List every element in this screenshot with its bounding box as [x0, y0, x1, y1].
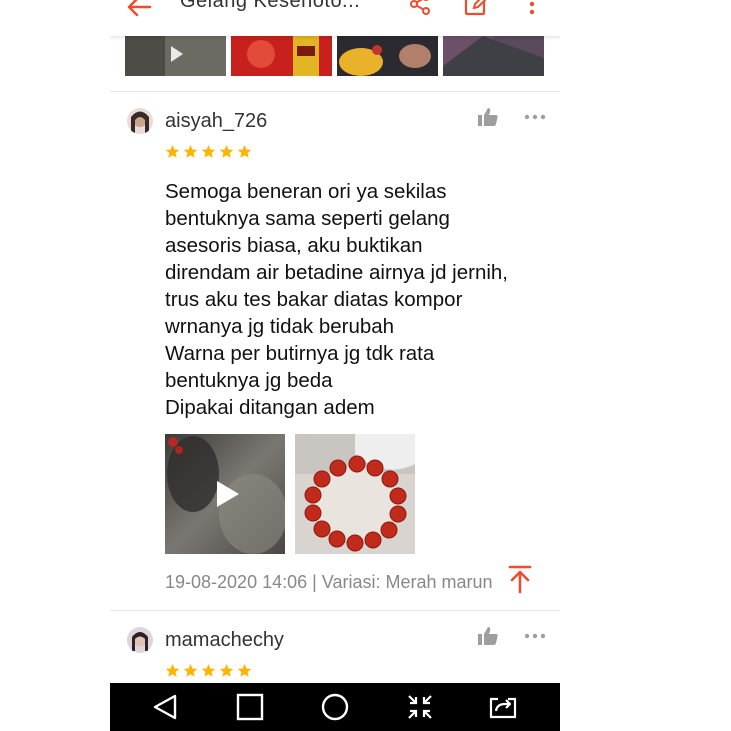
reviewer-username[interactable]: mamachechy [165, 629, 284, 652]
more-horizontal-icon[interactable] [523, 113, 547, 121]
star-icon [201, 663, 216, 677]
star-rating [165, 144, 252, 160]
more-horizontal-icon[interactable] [523, 632, 547, 640]
thumbs-up-icon[interactable] [477, 626, 499, 646]
star-icon [201, 144, 216, 158]
star-icon [237, 144, 252, 158]
edit-icon[interactable] [462, 0, 490, 18]
review-meta: 19-08-2020 14:06 | Variasi: Merah marun [165, 572, 493, 592]
avatar[interactable] [127, 627, 153, 653]
page-title: Gelang Kesehoto... [180, 0, 361, 12]
app-screen: Gelang Kesehoto... aisyah_726 Semoga ben… [110, 0, 560, 731]
review-photo[interactable] [337, 36, 438, 76]
arrow-up-to-top-icon[interactable] [503, 562, 537, 596]
star-icon [183, 144, 198, 158]
review-photo[interactable] [231, 36, 332, 76]
screen-switch-icon[interactable] [488, 693, 518, 721]
share-icon[interactable] [406, 0, 434, 18]
star-icon [219, 144, 234, 158]
app-bar: Gelang Kesehoto... [110, 0, 560, 36]
shrink-icon[interactable] [405, 693, 435, 721]
star-rating [165, 663, 252, 679]
divider [110, 610, 560, 611]
star-icon [165, 663, 180, 677]
star-icon [237, 663, 252, 677]
reviewer-username[interactable]: aisyah_726 [165, 110, 267, 133]
star-icon [219, 663, 234, 677]
arrow-left-icon[interactable] [124, 0, 154, 22]
more-vertical-icon[interactable] [518, 0, 546, 18]
review-text: Semoga beneran ori ya sekilas bentuknya … [165, 180, 509, 419]
review-video-thumbnail[interactable] [165, 434, 285, 554]
home-square-icon[interactable] [235, 693, 265, 721]
avatar[interactable] [127, 108, 153, 134]
star-icon [183, 663, 198, 677]
review-photo[interactable] [125, 36, 226, 76]
recents-circle-icon[interactable] [320, 693, 350, 721]
review-photo[interactable] [295, 434, 415, 554]
review-photo[interactable] [443, 36, 544, 76]
star-icon [165, 144, 180, 158]
thumbs-up-icon[interactable] [477, 107, 499, 127]
system-navigation-bar [110, 683, 560, 731]
divider [110, 91, 560, 92]
back-triangle-icon[interactable] [150, 693, 180, 721]
